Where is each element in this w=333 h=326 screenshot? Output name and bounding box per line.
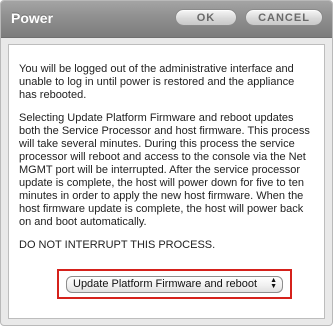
power-action-select-value: Update Platform Firmware and reboot — [73, 278, 258, 290]
dialog-titlebar: Power OK CANCEL — [1, 1, 332, 38]
firmware-update-description: Selecting Update Platform Firmware and r… — [19, 112, 310, 228]
updown-arrows-icon: ▲ ▼ — [270, 277, 277, 290]
power-action-select[interactable]: Update Platform Firmware and reboot ▲ ▼ — [66, 276, 283, 293]
dialog-title: Power — [11, 10, 54, 26]
message-text: You will be logged out of the administra… — [19, 63, 314, 262]
do-not-interrupt-warning: DO NOT INTERRUPT THIS PROCESS. — [19, 239, 216, 251]
warning-paragraph: You will be logged out of the administra… — [19, 63, 295, 101]
cancel-button[interactable]: CANCEL — [245, 9, 323, 26]
ok-button[interactable]: OK — [175, 9, 237, 26]
selection-highlight: Update Platform Firmware and reboot ▲ ▼ — [57, 269, 292, 299]
dialog-content: You will be logged out of the administra… — [8, 44, 325, 319]
power-dialog: Power OK CANCEL You will be logged out o… — [0, 0, 333, 326]
